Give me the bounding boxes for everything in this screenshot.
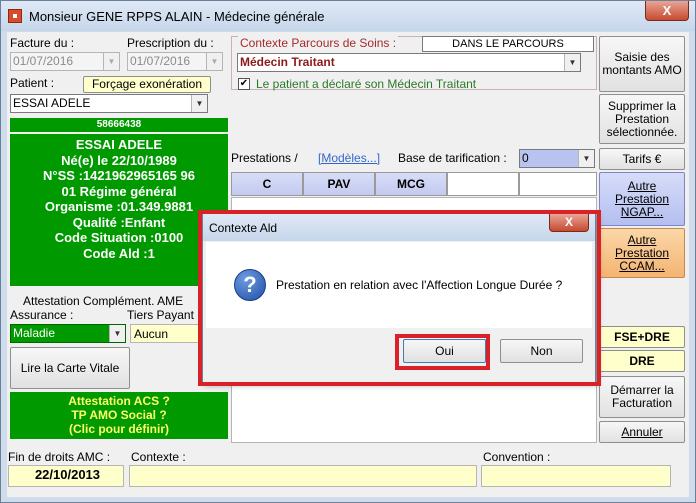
window-title: Monsieur GENE RPPS ALAIN - Médecine géné…	[29, 9, 325, 24]
base-tarification-value: 0	[522, 151, 529, 165]
demarrer-facturation-button[interactable]: Démarrer la Facturation	[599, 376, 685, 418]
autre-prestation-ccam-button[interactable]: Autre Prestation CCAM...	[599, 228, 685, 278]
saisie-montants-amo-button[interactable]: Saisie des montants AMO	[599, 36, 685, 92]
non-button[interactable]: Non	[500, 339, 583, 363]
patient-regime: 01 Régime général	[61, 183, 177, 199]
base-tarification-label: Base de tarification :	[398, 151, 507, 165]
assurance-label: Assurance :	[10, 308, 74, 322]
prescription-date-field[interactable]: 01/07/2016 ▼	[127, 52, 223, 71]
patient-code-situation: Code Situation :0100	[54, 230, 184, 245]
attestation-acs-panel[interactable]: Attestation ACS ? TP AMO Social ? (Clic …	[10, 392, 228, 439]
chevron-down-icon: ▼	[109, 325, 125, 342]
prescription-label: Prescription du :	[127, 36, 214, 50]
chevron-down-icon: ▼	[564, 54, 580, 71]
prescription-date-value: 01/07/2016	[130, 54, 191, 68]
patient-select-value: ESSAI ADELE	[13, 96, 91, 110]
oui-button[interactable]: Oui	[403, 339, 486, 363]
parcours-select-value: Médecin Traitant	[240, 55, 335, 69]
prestation-code-pav[interactable]: PAV	[303, 172, 375, 196]
prestation-code-mcg[interactable]: MCG	[375, 172, 447, 196]
dialog-title-bar[interactable]: Contexte Ald	[203, 214, 595, 241]
patient-ss-number: N°SS :1421962965165 96	[43, 168, 195, 183]
facture-label: Facture du :	[10, 36, 75, 50]
chevron-down-icon: ▼	[578, 150, 594, 167]
medecin-traitant-checkbox-label: Le patient a déclaré son Médecin Traitan…	[256, 77, 477, 91]
contexte-field[interactable]	[129, 465, 477, 487]
acs-line-2: TP AMO Social ?	[71, 408, 167, 422]
fin-droits-amc-label: Fin de droits AMC :	[8, 450, 111, 464]
medecin-traitant-checkbox[interactable]: ✔	[238, 78, 250, 90]
attestation-label: Attestation Complément. AME	[23, 294, 184, 308]
contexte-ald-dialog: Contexte Ald X ? Prestation en relation …	[202, 213, 596, 383]
prestations-label: Prestations /	[231, 151, 298, 165]
annuler-button[interactable]: Annuler	[599, 421, 685, 443]
forcage-exoneration-button[interactable]: Forçage exonération	[83, 76, 211, 93]
fse-dre-button[interactable]: FSE+DRE	[599, 326, 685, 348]
app-icon	[8, 9, 22, 23]
convention-field[interactable]	[481, 465, 671, 487]
parcours-label-text: Contexte Parcours de Soins	[240, 36, 390, 50]
prestation-code-c[interactable]: C	[231, 172, 303, 196]
base-tarification-select[interactable]: 0 ▼	[519, 149, 595, 168]
patient-number: 58666438	[10, 118, 228, 132]
dialog-title: Contexte Ald	[209, 221, 278, 235]
tarifs-button[interactable]: Tarifs €	[599, 148, 685, 170]
title-bar[interactable]: Monsieur GENE RPPS ALAIN - Médecine géné…	[1, 1, 695, 31]
prestation-empty-cell[interactable]	[519, 172, 597, 196]
patient-label: Patient :	[10, 76, 55, 90]
acs-line-1: Attestation ACS ?	[68, 394, 170, 408]
assurance-value: Maladie	[13, 326, 56, 340]
patient-organisme: Organisme :01.349.9881	[44, 199, 194, 214]
patient-select[interactable]: ESSAI ADELE ▼	[10, 94, 208, 113]
patient-card[interactable]: ESSAI ADELE Né(e) le 22/10/1989 N°SS :14…	[10, 134, 228, 286]
parcours-select[interactable]: Médecin Traitant ▼	[237, 53, 581, 72]
contexte-label: Contexte :	[131, 450, 186, 464]
patient-birthdate: Né(e) le 22/10/1989	[61, 152, 177, 168]
modeles-link[interactable]: [Modèles...]	[318, 151, 380, 165]
parcours-status: DANS LE PARCOURS	[422, 36, 594, 52]
lire-carte-vitale-button[interactable]: Lire la Carte Vitale	[10, 347, 130, 389]
facture-date-value: 01/07/2016	[13, 54, 74, 68]
tiers-payant-label: Tiers Payant	[127, 308, 194, 322]
chevron-down-icon: ▼	[103, 53, 119, 70]
convention-label: Convention :	[483, 450, 551, 464]
tiers-payant-field[interactable]: Aucun	[130, 324, 210, 343]
chevron-down-icon: ▼	[206, 53, 222, 70]
prestation-empty-cell[interactable]	[447, 172, 519, 196]
patient-name: ESSAI ADELE	[75, 137, 163, 152]
window-close-button[interactable]: X	[645, 1, 689, 21]
autre-prestation-ngap-button[interactable]: Autre Prestation NGAP...	[599, 172, 685, 226]
question-icon: ?	[234, 269, 266, 301]
assurance-select[interactable]: Maladie ▼	[10, 324, 126, 343]
supprimer-prestation-button[interactable]: Supprimer la Prestation sélectionnée.	[599, 94, 685, 144]
chevron-down-icon: ▼	[191, 95, 207, 112]
dialog-close-button[interactable]: X	[549, 214, 589, 232]
dialog-body: ? Prestation en relation avec l'Affectio…	[206, 242, 592, 328]
patient-qualite: Qualité :Enfant	[72, 214, 166, 230]
parcours-label: Contexte Parcours de Soins :	[238, 36, 399, 50]
patient-code-ald: Code Ald :1	[83, 245, 155, 261]
dialog-message: Prestation en relation avec l'Affection …	[276, 278, 563, 292]
fin-droits-amc-field[interactable]: 22/10/2013	[8, 465, 124, 487]
dre-button[interactable]: DRE	[599, 350, 685, 372]
acs-line-3: (Clic pour définir)	[69, 422, 169, 436]
facture-date-field[interactable]: 01/07/2016 ▼	[10, 52, 120, 71]
